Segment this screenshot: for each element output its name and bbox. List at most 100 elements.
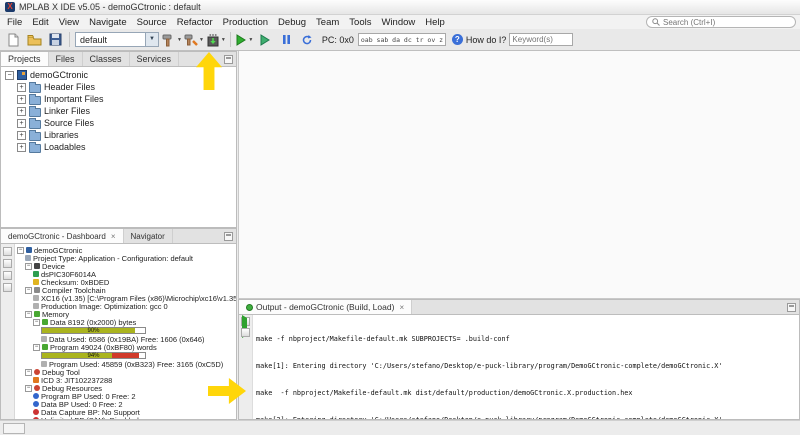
- stop-build-icon[interactable]: [241, 328, 250, 337]
- tree-item-loadables[interactable]: + Loadables: [1, 141, 236, 153]
- toolbar-separator: [230, 32, 231, 47]
- tree-item-linker-files[interactable]: + Linker Files: [1, 105, 236, 117]
- reset-button[interactable]: [298, 31, 317, 49]
- tab-output[interactable]: Output - demoGCtronic (Build, Load) ×: [239, 300, 412, 314]
- tab-classes[interactable]: Classes: [83, 52, 130, 66]
- pause-button[interactable]: [277, 31, 296, 49]
- tree-item-libraries[interactable]: + Libraries: [1, 129, 236, 141]
- expand-handle-icon[interactable]: +: [17, 119, 26, 128]
- tab-label: Navigator: [131, 232, 165, 241]
- menu-bar: File Edit View Navigate Source Refactor …: [0, 15, 800, 29]
- collapse-handle-icon[interactable]: −: [33, 319, 40, 326]
- tab-navigator[interactable]: Navigator: [124, 229, 173, 243]
- new-file-button[interactable]: [4, 31, 23, 49]
- project-properties-icon[interactable]: [3, 259, 12, 268]
- menu-item-view[interactable]: View: [54, 16, 84, 29]
- tree-item-source-files[interactable]: + Source Files: [1, 117, 236, 129]
- collapse-handle-icon[interactable]: −: [25, 287, 32, 294]
- tab-dashboard[interactable]: demoGCtronic - Dashboard ×: [1, 229, 124, 243]
- global-search[interactable]: [646, 16, 796, 28]
- projects-tree: − demoGCtronic + Header Files + Importan…: [1, 67, 236, 153]
- collapse-handle-icon[interactable]: −: [17, 247, 24, 254]
- clean-build-icon: [184, 33, 198, 47]
- breakpoint-icon: [33, 401, 39, 407]
- tab-label: Classes: [90, 54, 122, 64]
- menu-item-edit[interactable]: Edit: [27, 16, 53, 29]
- menu-item-source[interactable]: Source: [132, 16, 172, 29]
- memory-icon: [34, 311, 40, 317]
- menu-item-refactor[interactable]: Refactor: [172, 16, 218, 29]
- pin-icon[interactable]: [3, 283, 12, 292]
- collapse-handle-icon[interactable]: −: [25, 369, 32, 376]
- output-line: make -f nbproject/Makefile-default.mk SU…: [256, 335, 796, 344]
- configuration-select[interactable]: default ▼: [75, 32, 159, 47]
- output-tab-bar: Output - demoGCtronic (Build, Load) ×: [239, 300, 799, 315]
- dash-res-unlimited[interactable]: Unlimited BP (S/W): Disabled: [15, 416, 236, 419]
- open-project-button[interactable]: [25, 31, 44, 49]
- tab-projects[interactable]: Projects: [1, 52, 49, 66]
- chevron-down-icon: ▼: [177, 37, 182, 43]
- expand-handle-icon[interactable]: +: [17, 143, 26, 152]
- close-icon[interactable]: ×: [111, 232, 116, 241]
- tab-label: Projects: [8, 54, 41, 64]
- collapse-handle-icon[interactable]: −: [25, 385, 32, 392]
- debug-tool-icon: [34, 369, 40, 375]
- tree-item-important-files[interactable]: + Important Files: [1, 93, 236, 105]
- usage-icon: [41, 336, 47, 342]
- build-project-button[interactable]: ▼: [162, 31, 182, 49]
- program-usage-percent: 94%: [42, 353, 145, 360]
- make-and-program-device-button[interactable]: ▼: [206, 31, 226, 49]
- dash-label: Unlimited BP (S/W): Disabled: [41, 416, 139, 420]
- build-output-log[interactable]: make -f nbproject/Makefile-default.mk SU…: [253, 315, 799, 419]
- menu-item-team[interactable]: Team: [311, 16, 344, 29]
- menu-item-file[interactable]: File: [2, 16, 27, 29]
- search-input[interactable]: [663, 18, 790, 27]
- help-icon[interactable]: [3, 271, 12, 280]
- program-counter-label: PC: 0x0: [322, 35, 354, 45]
- debug-project-button[interactable]: ▼: [235, 31, 254, 49]
- expand-handle-icon[interactable]: +: [17, 95, 26, 104]
- rerun-build-icon[interactable]: [241, 317, 250, 326]
- minimize-window-icon[interactable]: [224, 55, 233, 64]
- collapse-handle-icon[interactable]: −: [33, 344, 40, 351]
- collapse-handle-icon[interactable]: −: [25, 263, 32, 270]
- tree-item-header-files[interactable]: + Header Files: [1, 81, 236, 93]
- collapse-handle-icon[interactable]: −: [25, 311, 32, 318]
- save-all-button[interactable]: [46, 31, 65, 49]
- collapse-handle-icon[interactable]: −: [5, 71, 14, 80]
- folder-icon: [29, 144, 41, 153]
- tree-label: Header Files: [44, 82, 95, 92]
- dash-data-total[interactable]: − Data 8192 (0x2000) bytes: [15, 318, 236, 326]
- tab-services[interactable]: Services: [130, 52, 180, 66]
- menu-item-tools[interactable]: Tools: [344, 16, 376, 29]
- minimize-window-icon[interactable]: [224, 232, 233, 241]
- how-do-i-label: How do I?: [466, 35, 507, 45]
- status-register-field[interactable]: [358, 33, 446, 46]
- pause-icon: [281, 34, 292, 45]
- expand-handle-icon[interactable]: +: [17, 131, 26, 140]
- expand-handle-icon[interactable]: +: [17, 83, 26, 92]
- tree-item-project-root[interactable]: − demoGCtronic: [1, 69, 236, 81]
- keyword-input[interactable]: [509, 33, 573, 46]
- refresh-icon[interactable]: [3, 247, 12, 256]
- minimize-window-icon[interactable]: [787, 303, 796, 312]
- menu-item-debug[interactable]: Debug: [273, 16, 311, 29]
- output-toolstrip: [239, 315, 253, 419]
- expand-handle-icon[interactable]: +: [17, 107, 26, 116]
- statusbar-button[interactable]: [3, 423, 25, 434]
- chevron-down-icon: ▼: [145, 33, 158, 46]
- close-icon[interactable]: ×: [399, 303, 404, 312]
- run-project-button[interactable]: [256, 31, 275, 49]
- menu-item-production[interactable]: Production: [218, 16, 273, 29]
- dash-program-total[interactable]: − Program 49024 (0xBF80) words: [15, 343, 236, 351]
- menu-item-window[interactable]: Window: [376, 16, 420, 29]
- unlimited-bp-icon: [33, 417, 39, 419]
- menu-item-navigate[interactable]: Navigate: [84, 16, 132, 29]
- clean-and-build-button[interactable]: ▼: [184, 31, 204, 49]
- chevron-down-icon: ▼: [248, 37, 253, 43]
- tree-label: Important Files: [44, 94, 104, 104]
- debug-run-icon: [235, 34, 247, 46]
- toolbar-separator: [69, 32, 70, 47]
- menu-item-help[interactable]: Help: [420, 16, 450, 29]
- tab-files[interactable]: Files: [49, 52, 83, 66]
